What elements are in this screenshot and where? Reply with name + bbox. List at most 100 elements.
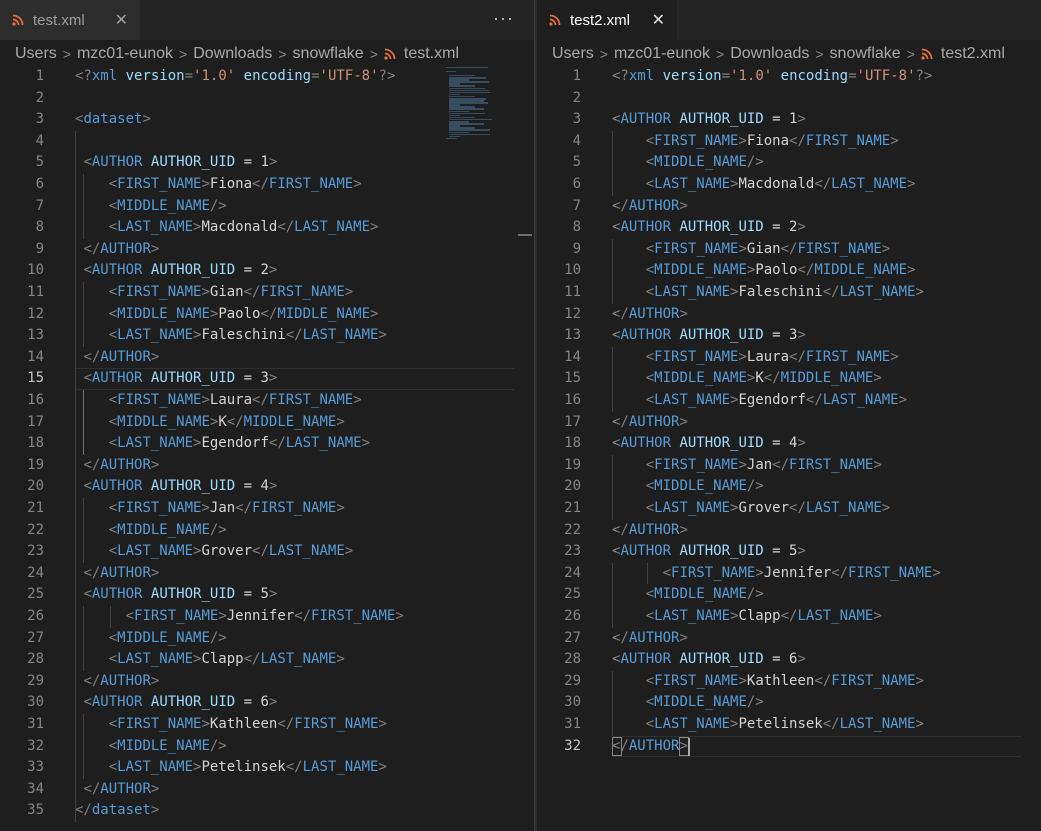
code-line[interactable]: 29 </AUTHOR> (0, 671, 534, 693)
code-line[interactable]: 13 <AUTHOR AUTHOR_UID = 3> (537, 325, 1041, 347)
minimap[interactable] (446, 66, 494, 146)
code-line[interactable]: 23 <AUTHOR AUTHOR_UID = 5> (537, 541, 1041, 563)
more-actions-icon[interactable]: ··· (493, 8, 514, 29)
code-line[interactable]: 32 <MIDDLE_NAME/> (0, 736, 534, 758)
code-line[interactable]: 27 <MIDDLE_NAME/> (0, 628, 534, 650)
close-icon[interactable]: ✕ (652, 10, 665, 30)
code-line[interactable]: 8 <LAST_NAME>Macdonald</LAST_NAME> (0, 217, 534, 239)
code-token: < (645, 500, 655, 516)
line-code: <AUTHOR AUTHOR_UID = 1> (612, 109, 806, 131)
code-line[interactable]: 16 <FIRST_NAME>Laura</FIRST_NAME> (0, 390, 534, 412)
code-line[interactable]: 18 <AUTHOR AUTHOR_UID = 4> (537, 433, 1041, 455)
code-token: > (907, 176, 916, 192)
line-number: 1 (572, 68, 581, 84)
code-token: < (108, 543, 118, 560)
code-line[interactable]: 17 <MIDDLE_NAME>K</MIDDLE_NAME> (0, 412, 534, 434)
code-token: </ (226, 413, 244, 430)
tab-test-xml[interactable]: test.xml ✕ (0, 0, 140, 40)
code-token: MIDDLE_NAME (780, 370, 874, 387)
breadcrumb-user-folder[interactable]: mzc01-eunok (77, 45, 173, 63)
code-editor[interactable]: 1 <?xml version='1.0' encoding='UTF-8'?> 2… (0, 66, 534, 831)
breadcrumb-file[interactable]: test2.xml (921, 45, 1005, 63)
code-line[interactable]: 27 </AUTHOR> (537, 628, 1041, 650)
code-line[interactable]: 28 <LAST_NAME>Clapp</LAST_NAME> (0, 649, 534, 671)
breadcrumb-downloads[interactable]: Downloads (193, 45, 272, 63)
code-line[interactable]: 14 </AUTHOR> (0, 347, 534, 369)
line-code: <LAST_NAME>Egendorf</LAST_NAME> (612, 390, 907, 412)
code-line[interactable]: 34 </AUTHOR> (0, 779, 534, 801)
code-editor[interactable]: 1 <?xml version='1.0' encoding='UTF-8'?> 2… (537, 66, 1041, 831)
line-number: 24 (564, 564, 581, 581)
code-line[interactable]: 10 <AUTHOR AUTHOR_UID = 2> (0, 260, 534, 282)
scrollbar-marker[interactable] (518, 234, 532, 236)
code-line[interactable]: 33 <LAST_NAME>Petelinsek</LAST_NAME> (0, 757, 534, 779)
code-line[interactable]: 24 </AUTHOR> (0, 563, 534, 585)
code-line[interactable]: 2 (537, 88, 1041, 110)
code-token: FIRST_NAME (789, 456, 874, 473)
tab-test2-xml[interactable]: test2.xml ✕ (537, 0, 677, 40)
code-line[interactable]: 22 <MIDDLE_NAME/> (0, 520, 534, 542)
code-line[interactable]: 7 <MIDDLE_NAME/> (0, 196, 534, 218)
breadcrumb-snowflake[interactable]: snowflake (293, 45, 364, 63)
code-line[interactable]: 3 <AUTHOR AUTHOR_UID = 1> (537, 109, 1041, 131)
code-line[interactable]: 11 <FIRST_NAME>Gian</FIRST_NAME> (0, 282, 534, 304)
code-line[interactable]: 22 </AUTHOR> (537, 520, 1041, 542)
breadcrumb-downloads[interactable]: Downloads (730, 45, 809, 63)
code-token: < (645, 154, 655, 171)
code-line[interactable]: 5 <AUTHOR AUTHOR_UID = 1> (0, 152, 534, 174)
code-line[interactable]: 30 <AUTHOR AUTHOR_UID = 6> (0, 692, 534, 714)
close-icon[interactable]: ✕ (115, 10, 128, 30)
code-token: Macdonald (201, 219, 278, 236)
code-line[interactable]: 9 </AUTHOR> (0, 239, 534, 261)
breadcrumb-users[interactable]: Users (552, 45, 594, 63)
code-token: Egendorf (201, 435, 269, 452)
breadcrumb-file[interactable]: test.xml (384, 45, 459, 63)
breadcrumb-snowflake[interactable]: snowflake (830, 45, 901, 63)
tab-label: test2.xml (570, 11, 631, 29)
breadcrumb-user-folder[interactable]: mzc01-eunok (614, 45, 710, 63)
code-line[interactable]: 12 </AUTHOR> (537, 304, 1041, 326)
code-line[interactable]: 12 <MIDDLE_NAME>Paolo</MIDDLE_NAME> (0, 304, 534, 326)
code-token: </ (252, 543, 269, 560)
code-line[interactable]: 19 </AUTHOR> (0, 455, 534, 477)
code-line[interactable]: 25 <AUTHOR AUTHOR_UID = 5> (0, 584, 534, 606)
code-token: > (755, 564, 764, 581)
chevron-right-icon: > (278, 46, 287, 62)
line-code: <LAST_NAME>Grover</LAST_NAME> (612, 498, 890, 520)
code-line[interactable]: 21 <FIRST_NAME>Jan</FIRST_NAME> (0, 498, 534, 520)
line-code: <FIRST_NAME>Jennifer</FIRST_NAME> (612, 563, 941, 585)
code-token: <? (75, 68, 92, 84)
code-token: </ (780, 240, 798, 257)
code-line[interactable]: 20 <AUTHOR AUTHOR_UID = 4> (0, 476, 534, 498)
code-line[interactable]: 26 <FIRST_NAME>Jennifer</FIRST_NAME> (0, 606, 534, 628)
code-line[interactable]: 28 <AUTHOR AUTHOR_UID = 6> (537, 649, 1041, 671)
code-token: /> (209, 629, 227, 646)
code-line[interactable]: 23 <LAST_NAME>Grover</LAST_NAME> (0, 541, 534, 563)
code-line[interactable]: 8 <AUTHOR AUTHOR_UID = 2> (537, 217, 1041, 239)
code-line[interactable]: 1 <?xml version='1.0' encoding='UTF-8'?> (537, 66, 1041, 88)
line-code: <AUTHOR AUTHOR_UID = 6> (612, 649, 806, 671)
code-token: FIRST_NAME (117, 392, 202, 408)
code-line[interactable]: 35 </dataset> (0, 800, 534, 822)
code-token: AUTHOR_UID (679, 543, 764, 560)
code-token: > (201, 176, 210, 192)
line-number: 19 (27, 456, 44, 473)
code-line[interactable]: 6 <FIRST_NAME>Fiona</FIRST_NAME> (0, 174, 534, 196)
code-line[interactable]: 18 <LAST_NAME>Egendorf</LAST_NAME> (0, 433, 534, 455)
code-token: /> (209, 521, 227, 538)
code-token: > (268, 694, 278, 711)
code-line[interactable]: 17 </AUTHOR> (537, 412, 1041, 434)
code-token: < (108, 219, 118, 236)
code-line[interactable]: 7 </AUTHOR> (537, 196, 1041, 218)
code-token: K (755, 370, 764, 387)
code-line[interactable]: 31 <FIRST_NAME>Kathleen</FIRST_NAME> (0, 714, 534, 736)
code-token: AUTHOR (628, 413, 680, 430)
code-token: = (721, 68, 731, 84)
breadcrumb-users[interactable]: Users (15, 45, 57, 63)
code-line[interactable]: 15 <AUTHOR AUTHOR_UID = 3> (0, 368, 534, 390)
line-number: 5 (572, 154, 581, 171)
code-line[interactable]: 13 <LAST_NAME>Faleschini</LAST_NAME> (0, 325, 534, 347)
